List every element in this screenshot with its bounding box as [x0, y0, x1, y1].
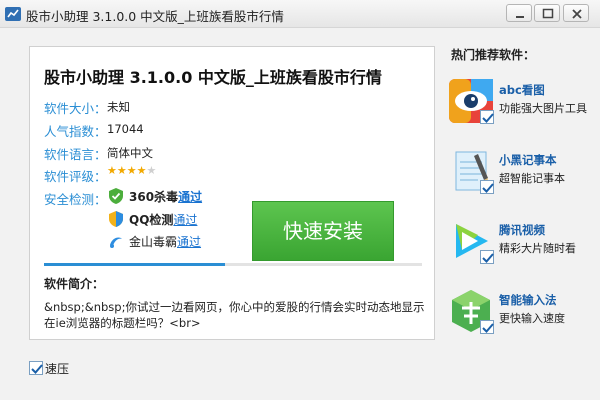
software-title: 股市小助理 3.1.0.0 中文版_上班族看股市行情 — [44, 68, 382, 87]
qq-shield-icon — [109, 211, 123, 227]
antivirus-name: 金山毒霸通过 — [129, 235, 202, 249]
recommend-checkbox[interactable] — [480, 110, 494, 124]
close-icon — [572, 9, 582, 19]
checkmark-icon — [482, 113, 494, 123]
checkmark-icon — [482, 323, 494, 333]
checkmark-icon — [482, 183, 494, 193]
progress-fill — [44, 263, 226, 266]
rating-star-icon: ★ — [107, 164, 117, 177]
recommend-name: 智能输入法 — [499, 293, 557, 307]
recommend-item-notepad[interactable]: 小黑记事本 超智能记事本 — [448, 148, 598, 198]
antivirus-name: 360杀毒通过 — [129, 190, 203, 204]
recommend-desc: 精彩大片随时看 — [499, 242, 576, 255]
pass-link[interactable]: 通过 — [178, 190, 202, 204]
recommend-name: abc看图 — [499, 83, 545, 97]
antivirus-name: QQ检测通过 — [129, 213, 198, 227]
recommend-desc: 功能强大图片工具 — [499, 102, 587, 115]
language-label: 软件语言： — [44, 147, 107, 162]
progress-bar — [44, 263, 422, 266]
size-label: 软件大小： — [44, 101, 107, 116]
minimize-button[interactable] — [506, 4, 532, 22]
popularity-value: 17044 — [107, 122, 144, 136]
recommend-desc: 更快输入速度 — [499, 312, 565, 325]
recommend-checkbox[interactable] — [480, 320, 494, 334]
pass-link[interactable]: 通过 — [173, 213, 197, 227]
security-check-kingsoft: 金山毒霸通过 — [107, 233, 257, 251]
recommend-checkbox[interactable] — [480, 180, 494, 194]
window-title: 股市小助理 3.1.0.0 中文版_上班族看股市行情 — [26, 9, 284, 24]
maximize-button[interactable] — [534, 4, 560, 22]
rating-star-icon: ★ — [126, 164, 137, 177]
intro-heading: 软件简介： — [44, 277, 105, 291]
quick-install-button[interactable]: 快速安装 — [252, 201, 394, 261]
speed-label[interactable]: 速压 — [45, 360, 69, 377]
recommend-item-input-method[interactable]: 智能输入法 更快输入速度 — [448, 288, 598, 338]
recommend-name: 小黑记事本 — [499, 153, 557, 167]
app-logo-icon — [5, 7, 21, 21]
recommend-heading: 热门推荐软件： — [451, 48, 536, 62]
rating-star-icon: ★ — [146, 164, 157, 177]
close-button[interactable] — [563, 4, 589, 22]
security-check-qq: QQ检测通过 — [107, 211, 257, 229]
recommend-name: 腾讯视频 — [499, 223, 545, 237]
title-bar: 股市小助理 3.1.0.0 中文版_上班族看股市行情 — [0, 0, 600, 28]
intro-text: &nbsp;&nbsp;你试过一边看网页，你心中的爱股的行情会实时动态地显示在i… — [44, 300, 425, 330]
recommend-item-tencent-video[interactable]: 腾讯视频 精彩大片随时看 — [448, 218, 598, 268]
rating-label: 软件评级： — [44, 169, 107, 184]
rating-stars: ★★★★★ — [107, 164, 156, 177]
security-label: 安全检测： — [44, 192, 107, 207]
security-check-360: 360杀毒通过 — [107, 188, 257, 206]
pass-link[interactable]: 通过 — [177, 235, 201, 249]
shield-360-icon — [109, 188, 123, 204]
checkmark-icon — [31, 364, 43, 374]
checkmark-icon — [482, 253, 494, 263]
minimize-icon — [516, 16, 524, 18]
speed-checkbox[interactable] — [29, 361, 43, 375]
language-value: 简体中文 — [107, 146, 153, 160]
recommend-item-abc[interactable]: abc看图 功能强大图片工具 — [448, 78, 598, 128]
popularity-label: 人气指数： — [44, 124, 107, 139]
kingsoft-icon — [110, 237, 122, 248]
software-info-panel: 股市小助理 3.1.0.0 中文版_上班族看股市行情 软件大小： 未知 人气指数… — [29, 46, 435, 340]
size-value: 未知 — [107, 100, 130, 114]
maximize-icon — [542, 8, 554, 19]
recommend-checkbox[interactable] — [480, 250, 494, 264]
rating-star-icon: ★ — [136, 164, 147, 177]
rating-star-icon: ★ — [116, 164, 127, 177]
recommend-desc: 超智能记事本 — [499, 172, 565, 185]
